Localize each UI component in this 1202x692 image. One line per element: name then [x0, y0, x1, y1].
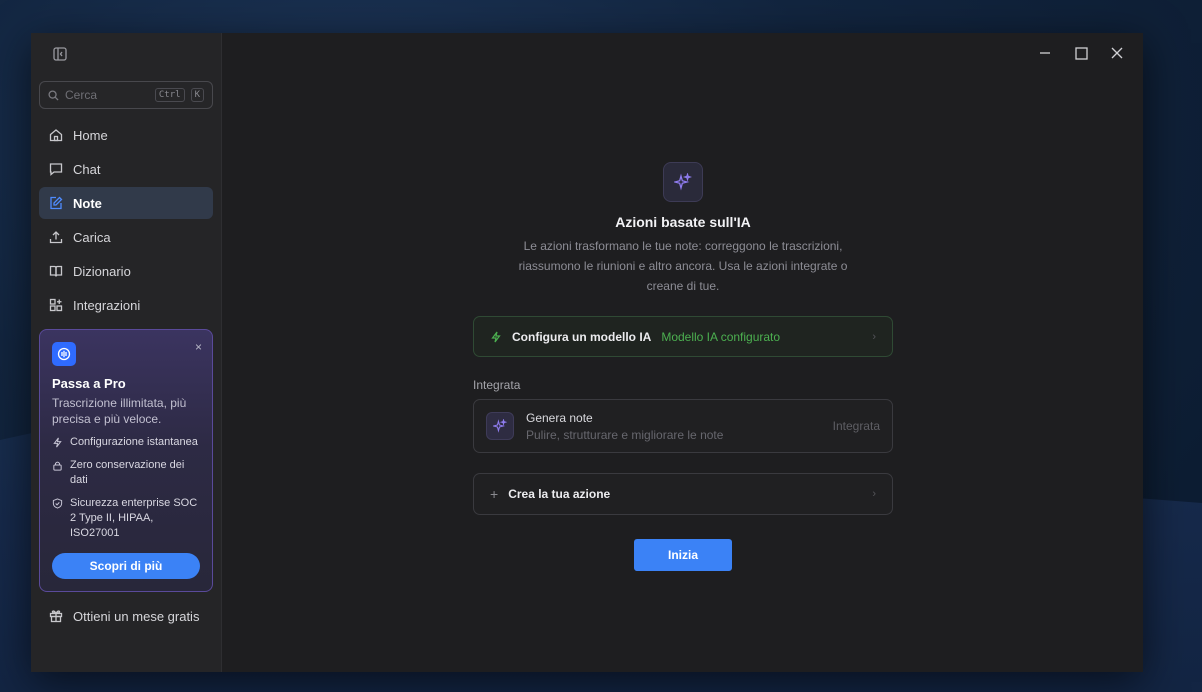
learn-more-button[interactable]: Scopri di più — [52, 553, 200, 579]
shortcut-k: K — [190, 88, 204, 102]
sidebar-panel-icon — [53, 47, 67, 61]
sidebar-item-chat[interactable]: Chat — [39, 153, 213, 185]
sidebar-item-free-month[interactable]: Ottieni un mese gratis — [39, 600, 213, 632]
plus-icon: + — [490, 486, 499, 502]
generate-notes-description: Pulire, strutturare e migliorare le note — [526, 427, 724, 442]
pro-title: Passa a Pro — [52, 376, 126, 391]
home-icon — [49, 129, 63, 142]
main-content: Azioni basate sull'IA Le azioni trasform… — [222, 33, 1143, 672]
sidebar-item-carica[interactable]: Carica — [39, 221, 213, 253]
generate-notes-title: Genera note — [526, 410, 593, 425]
sidebar-item-note[interactable]: Note — [39, 187, 213, 219]
shortcut-ctrl: Ctrl — [154, 88, 185, 102]
sidebar-item-label: Dizionario — [73, 263, 131, 279]
pro-upgrade-card: × Passa a Pro Trascrizione illimitata, p… — [39, 329, 213, 592]
search-icon — [48, 89, 59, 101]
create-action-card[interactable]: + Crea la tua azione › — [473, 473, 893, 515]
sidebar-toggle-button[interactable] — [45, 39, 75, 69]
close-icon — [1111, 47, 1123, 59]
sidebar-nav: Home Chat Note Carica Dizionario Integra… — [39, 119, 213, 321]
lightning-icon — [53, 437, 62, 448]
sidebar-item-label: Carica — [73, 229, 111, 245]
maximize-icon — [1074, 46, 1088, 60]
chevron-right-icon: › — [872, 330, 876, 343]
app-logo-icon — [52, 342, 76, 366]
close-window-button[interactable] — [1103, 43, 1131, 63]
pro-subtitle: Trascrizione illimitata, più precisa e p… — [52, 396, 187, 426]
note-edit-icon — [50, 196, 63, 210]
section-label: Integrata — [473, 378, 521, 392]
lightning-icon — [491, 331, 501, 342]
search-placeholder: Cerca — [65, 88, 98, 102]
upload-icon — [49, 231, 63, 244]
pro-feature: Configurazione istantanea — [52, 435, 200, 450]
sidebar-item-label: Integrazioni — [73, 297, 141, 313]
configure-model-card[interactable]: Configura un modello IA Modello IA confi… — [473, 316, 893, 357]
sidebar: Cerca Ctrl K Home Chat Note Carica Dizio… — [31, 33, 222, 672]
sidebar-item-label: Note — [73, 195, 102, 211]
chat-icon — [49, 163, 63, 176]
ai-actions-panel: Azioni basate sull'IA Le azioni trasform… — [473, 162, 893, 571]
pro-feature: Sicurezza enterprise SOC 2 Type II, HIPA… — [52, 496, 200, 541]
minimize-icon — [1040, 52, 1050, 54]
create-action-label: Crea la tua azione — [508, 487, 611, 501]
sparkles-icon — [486, 412, 514, 440]
minimize-button[interactable] — [1031, 43, 1059, 63]
sidebar-item-home[interactable]: Home — [39, 119, 213, 151]
chevron-right-icon: › — [872, 488, 876, 500]
sidebar-item-label: Home — [73, 127, 108, 143]
model-status: Modello IA configurato — [661, 329, 781, 344]
pro-feature: Zero conservazione dei dati — [52, 458, 200, 488]
configure-model-label: Configura un modello IA — [512, 329, 652, 344]
app-window: Cerca Ctrl K Home Chat Note Carica Dizio… — [31, 33, 1143, 672]
gift-icon — [49, 610, 63, 623]
sidebar-item-label: Ottieni un mese gratis — [73, 608, 200, 624]
search-box[interactable]: Cerca Ctrl K — [39, 81, 213, 109]
maximize-button[interactable] — [1067, 43, 1095, 63]
sidebar-item-label: Chat — [73, 161, 101, 177]
close-icon[interactable]: × — [195, 340, 202, 354]
lock-icon — [53, 461, 62, 471]
sparkles-icon — [663, 162, 703, 202]
builtin-badge: Integrata — [832, 419, 880, 433]
sidebar-item-integrazioni[interactable]: Integrazioni — [39, 289, 213, 321]
generate-notes-card[interactable]: Genera note Pulire, strutturare e miglio… — [473, 399, 893, 453]
page-title: Azioni basate sull'IA — [615, 214, 751, 230]
grid-plus-icon — [49, 298, 63, 312]
book-icon — [49, 265, 63, 277]
window-controls — [1031, 43, 1131, 63]
sidebar-item-dizionario[interactable]: Dizionario — [39, 255, 213, 287]
start-button[interactable]: Inizia — [634, 539, 732, 571]
page-description: Le azioni trasformano le tue note: corre… — [518, 239, 848, 293]
shield-icon — [52, 498, 63, 509]
